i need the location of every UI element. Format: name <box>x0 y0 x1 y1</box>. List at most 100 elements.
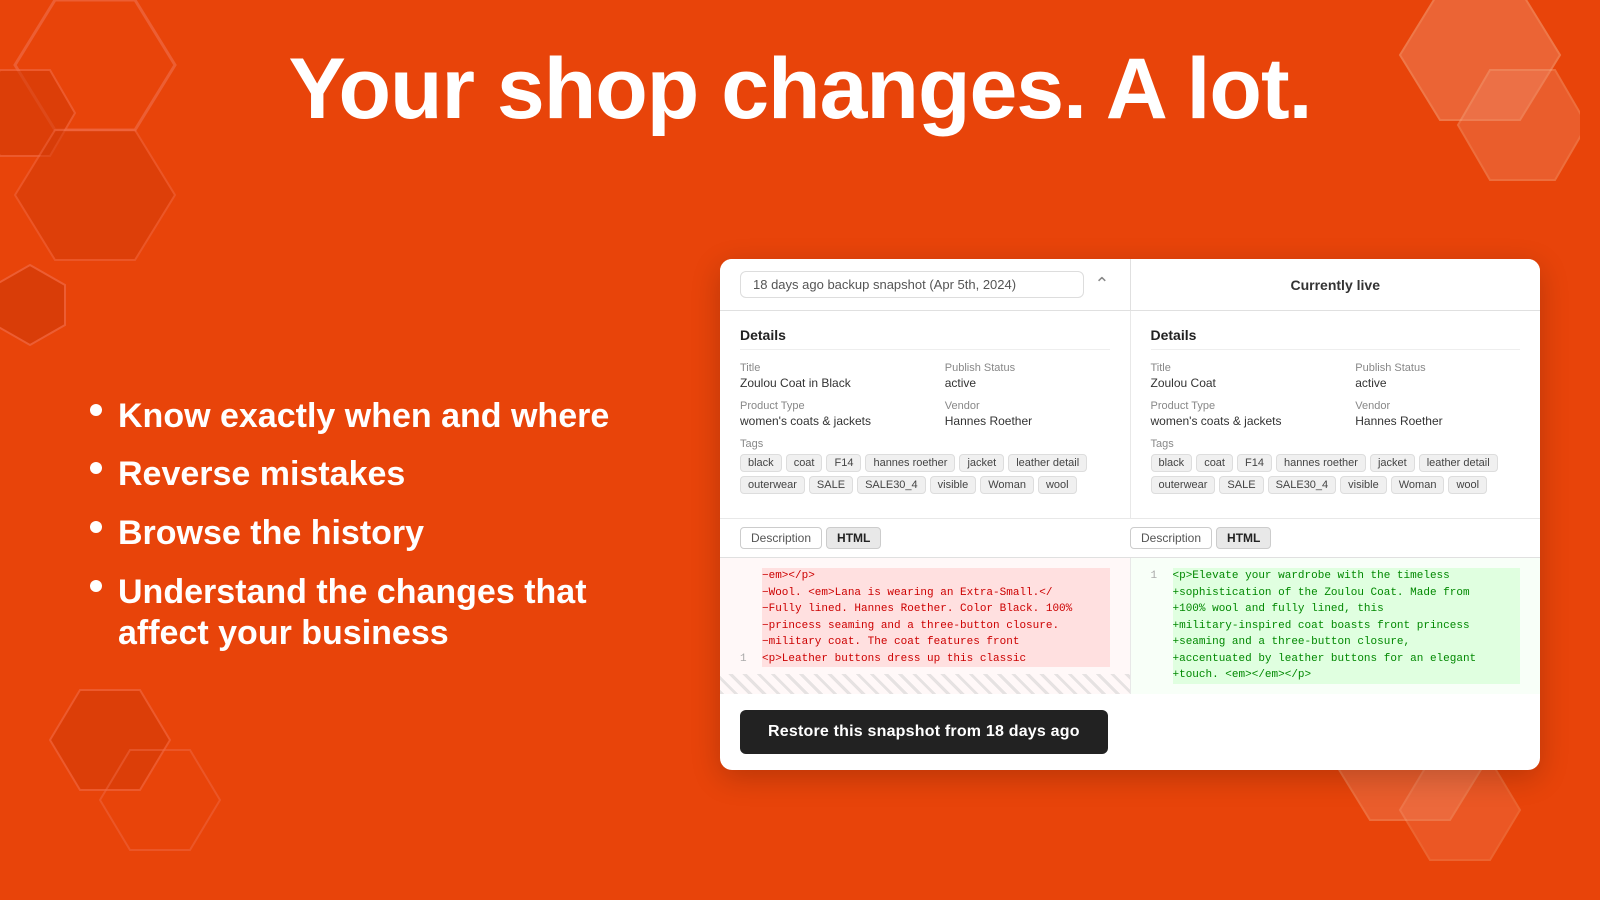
bullet-text-understand: Understand the changes that affect your … <box>118 572 680 654</box>
tag: visible <box>930 476 977 494</box>
page-container: Your shop changes. A lot. Know exactly w… <box>0 0 1600 900</box>
live-section-title: Details <box>1151 327 1521 350</box>
code-line: 1 <p>Elevate your wardrobe with the timel… <box>1151 568 1521 585</box>
snapshot-html-tab[interactable]: HTML <box>826 527 881 549</box>
line-num <box>740 634 754 651</box>
restore-button[interactable]: Restore this snapshot from 18 days ago <box>740 710 1108 754</box>
header-right: Currently live <box>1131 259 1541 310</box>
code-line: −Fully lined. Hannes Roether. Color Blac… <box>740 601 1110 618</box>
tag: black <box>740 454 782 472</box>
line-content: +100% wool and fully lined, this <box>1173 601 1521 618</box>
snapshot-publish-label: Publish Status <box>945 362 1110 374</box>
snapshot-label: 18 days ago backup snapshot (Apr 5th, 20… <box>740 271 1084 298</box>
line-content: +accentuated by leather buttons for an e… <box>1173 651 1521 668</box>
code-line: +accentuated by leather buttons for an e… <box>1151 651 1521 668</box>
tag: hannes roether <box>865 454 955 472</box>
desc-tabs-right: Description HTML <box>1130 519 1520 557</box>
live-desc-tab[interactable]: Description <box>1130 527 1212 549</box>
live-type-group: Product Type women's coats & jackets <box>1151 400 1316 428</box>
snapshot-field-row-1: Title Zoulou Coat in Black Publish Statu… <box>740 362 1110 390</box>
comparison-body: Details Title Zoulou Coat in Black Publi… <box>720 311 1540 518</box>
live-field-row-2: Product Type women's coats & jackets Ven… <box>1151 400 1521 428</box>
tag: SALE <box>809 476 853 494</box>
description-section: Description HTML Description HTML −em></… <box>720 518 1540 694</box>
snapshot-code: −em></p>−Wool. <em>Lana is wearing an Ex… <box>720 558 1131 694</box>
live-title-group: Title Zoulou Coat <box>1151 362 1316 390</box>
bullet-dot-know <box>90 404 102 416</box>
line-num <box>1151 634 1165 651</box>
snapshot-title-label: Title <box>740 362 905 374</box>
bullet-text-reverse: Reverse mistakes <box>118 454 405 495</box>
bullet-dot-understand <box>90 580 102 592</box>
arrow-icon[interactable]: ⌃ <box>1094 274 1109 295</box>
line-content: −military coat. The coat features front <box>762 634 1110 651</box>
snapshot-vendor-group: Vendor Hannes Roether <box>945 400 1110 428</box>
live-tags-section: Tags blackcoatF14hannes roetherjacketlea… <box>1151 438 1521 494</box>
desc-bodies: −em></p>−Wool. <em>Lana is wearing an Ex… <box>720 558 1540 694</box>
desc-tabs-left: Description HTML <box>740 519 1130 557</box>
line-num <box>1151 618 1165 635</box>
live-html-tab[interactable]: HTML <box>1216 527 1271 549</box>
live-vendor-label: Vendor <box>1355 400 1520 412</box>
line-content: <p>Elevate your wardrobe with the timele… <box>1173 568 1521 585</box>
tag: jacket <box>959 454 1004 472</box>
line-num <box>740 585 754 602</box>
code-line: −Wool. <em>Lana is wearing an Extra-Smal… <box>740 585 1110 602</box>
tag: black <box>1151 454 1193 472</box>
tag: wool <box>1448 476 1487 494</box>
code-line: +seaming and a three-button closure, <box>1151 634 1521 651</box>
code-line: −princess seaming and a three-button clo… <box>740 618 1110 635</box>
line-content: +seaming and a three-button closure, <box>1173 634 1521 651</box>
line-num <box>1151 585 1165 602</box>
current-live-label: Currently live <box>1291 277 1380 293</box>
line-num: 1 <box>1151 568 1165 585</box>
line-num <box>1151 667 1165 684</box>
tag: wool <box>1038 476 1077 494</box>
bullet-item-understand: Understand the changes that affect your … <box>90 572 680 654</box>
live-type-label: Product Type <box>1151 400 1316 412</box>
snapshot-type-label: Product Type <box>740 400 905 412</box>
code-line: −em></p> <box>740 568 1110 585</box>
code-line: +touch. <em></em></p> <box>1151 667 1521 684</box>
line-content: −Wool. <em>Lana is wearing an Extra-Smal… <box>762 585 1110 602</box>
live-tags-label: Tags <box>1151 438 1521 450</box>
tag: coat <box>1196 454 1233 472</box>
bullet-dot-reverse <box>90 462 102 474</box>
tag: SALE30_4 <box>857 476 926 494</box>
tag: jacket <box>1370 454 1415 472</box>
snapshot-tags-section: Tags blackcoatF14hannes roetherjacketlea… <box>740 438 1110 494</box>
line-content: +military-inspired coat boasts front pri… <box>1173 618 1521 635</box>
snapshot-title-value: Zoulou Coat in Black <box>740 376 905 390</box>
right-panel: 18 days ago backup snapshot (Apr 5th, 20… <box>720 169 1540 860</box>
line-content: +sophistication of the Zoulou Coat. Made… <box>1173 585 1521 602</box>
bullet-item-know: Know exactly when and where <box>90 396 680 437</box>
snapshot-desc-tab[interactable]: Description <box>740 527 822 549</box>
tag: Woman <box>1391 476 1445 494</box>
tag: F14 <box>1237 454 1272 472</box>
col-snapshot: Details Title Zoulou Coat in Black Publi… <box>720 311 1131 518</box>
code-line: +military-inspired coat boasts front pri… <box>1151 618 1521 635</box>
comparison-header: 18 days ago backup snapshot (Apr 5th, 20… <box>720 259 1540 311</box>
snapshot-vendor-value: Hannes Roether <box>945 414 1110 428</box>
tag: SALE30_4 <box>1268 476 1337 494</box>
line-num <box>740 601 754 618</box>
snapshot-tags-label: Tags <box>740 438 1110 450</box>
line-content: +touch. <em></em></p> <box>1173 667 1521 684</box>
snapshot-publish-group: Publish Status active <box>945 362 1110 390</box>
code-line: +100% wool and fully lined, this <box>1151 601 1521 618</box>
col-live: Details Title Zoulou Coat Publish Status… <box>1131 311 1541 518</box>
tag: coat <box>786 454 823 472</box>
live-publish-group: Publish Status active <box>1355 362 1520 390</box>
line-content: −em></p> <box>762 568 1110 585</box>
stripe-overlay <box>720 674 1130 694</box>
snapshot-field-row-2: Product Type women's coats & jackets Ven… <box>740 400 1110 428</box>
line-num <box>1151 651 1165 668</box>
tag: outerwear <box>740 476 805 494</box>
code-line: −military coat. The coat features front <box>740 634 1110 651</box>
bullet-text-know: Know exactly when and where <box>118 396 609 437</box>
header-left: 18 days ago backup snapshot (Apr 5th, 20… <box>720 259 1131 310</box>
live-title-value: Zoulou Coat <box>1151 376 1316 390</box>
code-line: +sophistication of the Zoulou Coat. Made… <box>1151 585 1521 602</box>
live-type-value: women's coats & jackets <box>1151 414 1316 428</box>
live-vendor-value: Hannes Roether <box>1355 414 1520 428</box>
